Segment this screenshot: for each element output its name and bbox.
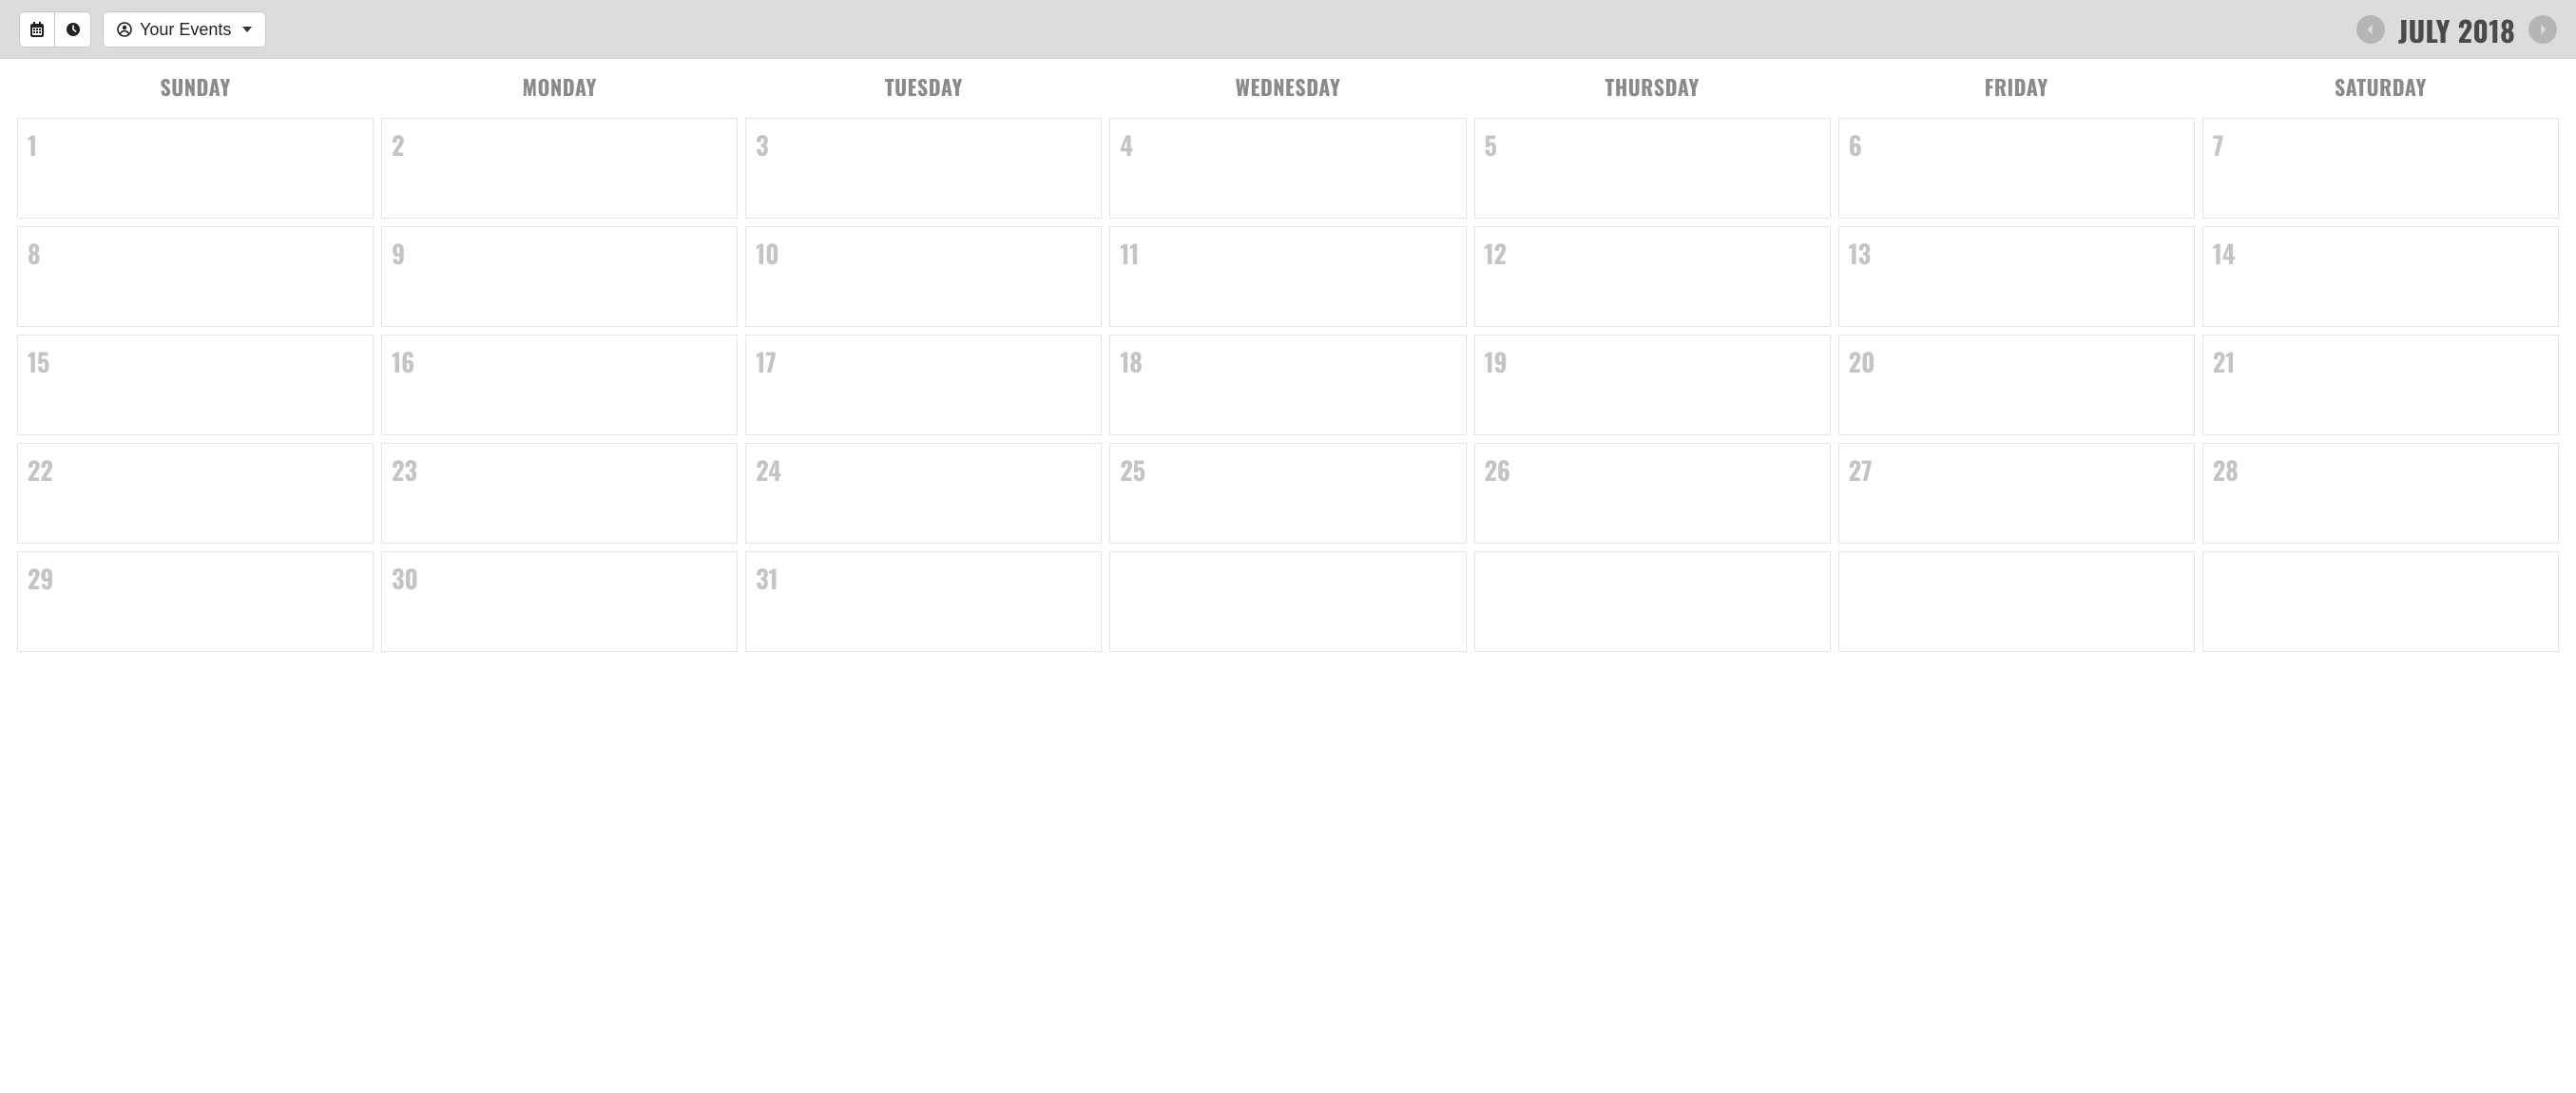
dow-friday: FRIDAY [1838, 65, 2195, 112]
day-number: 26 [1485, 451, 1820, 489]
prev-month-button[interactable] [2356, 15, 2385, 44]
clock-icon [66, 22, 81, 37]
day-number: 27 [1849, 451, 2184, 489]
day-number: 2 [392, 126, 727, 163]
day-cell[interactable]: 24 [745, 443, 1102, 544]
day-cell[interactable]: 19 [1474, 335, 1831, 435]
week-row: 29 30 31 [17, 551, 2559, 652]
weeks-grid: 1234567891011121314151617181920212223242… [17, 118, 2559, 652]
day-number: 25 [1120, 451, 1455, 489]
day-number: 21 [2213, 343, 2548, 380]
week-row: 1234567 [17, 118, 2559, 219]
day-number: 8 [28, 235, 363, 272]
day-cell [1474, 551, 1831, 652]
month-nav: JULY 2018 [2356, 9, 2557, 51]
your-events-label: Your Events [140, 20, 231, 40]
day-number: 31 [756, 560, 1091, 597]
day-cell[interactable]: 23 [381, 443, 738, 544]
view-toggle-group [19, 11, 91, 48]
day-cell [1838, 551, 2195, 652]
day-number: 24 [756, 451, 1091, 489]
your-events-dropdown[interactable]: Your Events [103, 11, 266, 48]
day-number: 12 [1485, 235, 1820, 272]
day-cell[interactable]: 6 [1838, 118, 2195, 219]
day-number: 9 [392, 235, 727, 272]
dow-wednesday: WEDNESDAY [1109, 65, 1466, 112]
day-number: 30 [392, 560, 727, 597]
day-cell[interactable]: 13 [1838, 226, 2195, 327]
day-cell[interactable]: 10 [745, 226, 1102, 327]
day-number: 22 [28, 451, 363, 489]
day-cell[interactable]: 30 [381, 551, 738, 652]
day-number: 13 [1849, 235, 2184, 272]
arrow-left-icon [2364, 23, 2377, 36]
day-number: 7 [2213, 126, 2548, 163]
day-number: 20 [1849, 343, 2184, 380]
day-cell[interactable]: 5 [1474, 118, 1831, 219]
month-title: JULY 2018 [2398, 9, 2515, 51]
day-cell[interactable]: 20 [1838, 335, 2195, 435]
clock-view-button[interactable] [55, 11, 91, 48]
calendar-view-button[interactable] [19, 11, 55, 48]
day-cell[interactable]: 21 [2202, 335, 2559, 435]
day-number: 19 [1485, 343, 1820, 380]
day-cell[interactable]: 2 [381, 118, 738, 219]
day-number: 4 [1120, 126, 1455, 163]
dow-tuesday: TUESDAY [745, 65, 1102, 112]
day-cell[interactable]: 26 [1474, 443, 1831, 544]
dow-thursday: THURSDAY [1474, 65, 1831, 112]
day-of-week-header: SUNDAY MONDAY TUESDAY WEDNESDAY THURSDAY… [17, 65, 2559, 112]
day-cell[interactable]: 16 [381, 335, 738, 435]
dow-saturday: SATURDAY [2202, 65, 2559, 112]
day-cell[interactable]: 8 [17, 226, 374, 327]
user-circle-icon [117, 22, 132, 37]
day-cell[interactable]: 29 [17, 551, 374, 652]
day-cell[interactable]: 9 [381, 226, 738, 327]
day-cell[interactable]: 3 [745, 118, 1102, 219]
day-cell[interactable]: 18 [1109, 335, 1466, 435]
week-row: 89 10 11 12 13 14 [17, 226, 2559, 327]
arrow-right-icon [2536, 23, 2549, 36]
day-number: 29 [28, 560, 363, 597]
day-number: 18 [1120, 343, 1455, 380]
day-cell[interactable]: 31 [745, 551, 1102, 652]
dow-sunday: SUNDAY [17, 65, 374, 112]
day-number: 3 [756, 126, 1091, 163]
day-number: 28 [2213, 451, 2548, 489]
calendar: SUNDAY MONDAY TUESDAY WEDNESDAY THURSDAY… [0, 59, 2576, 669]
day-cell [1109, 551, 1466, 652]
day-cell[interactable]: 27 [1838, 443, 2195, 544]
day-number: 15 [28, 343, 363, 380]
day-cell[interactable]: 11 [1109, 226, 1466, 327]
day-cell[interactable]: 1 [17, 118, 374, 219]
calendar-icon [29, 22, 45, 37]
next-month-button[interactable] [2528, 15, 2557, 44]
day-number: 5 [1485, 126, 1820, 163]
day-cell[interactable]: 14 [2202, 226, 2559, 327]
day-number: 23 [392, 451, 727, 489]
week-row: 15 16 17 18 19 20 21 [17, 335, 2559, 435]
dow-monday: MONDAY [381, 65, 738, 112]
day-cell[interactable]: 28 [2202, 443, 2559, 544]
day-number: 1 [28, 126, 363, 163]
week-row: 22 23 24 25 26 27 28 [17, 443, 2559, 544]
caret-down-icon [242, 27, 252, 32]
day-cell[interactable]: 15 [17, 335, 374, 435]
day-cell[interactable]: 12 [1474, 226, 1831, 327]
day-number: 10 [756, 235, 1091, 272]
day-cell [2202, 551, 2559, 652]
day-cell[interactable]: 4 [1109, 118, 1466, 219]
day-cell[interactable]: 17 [745, 335, 1102, 435]
day-number: 14 [2213, 235, 2548, 272]
day-cell[interactable]: 25 [1109, 443, 1466, 544]
day-cell[interactable]: 22 [17, 443, 374, 544]
toolbar: Your Events JULY 2018 [0, 0, 2576, 59]
day-number: 17 [756, 343, 1091, 380]
day-cell[interactable]: 7 [2202, 118, 2559, 219]
day-number: 11 [1120, 235, 1455, 272]
day-number: 6 [1849, 126, 2184, 163]
day-number: 16 [392, 343, 727, 380]
